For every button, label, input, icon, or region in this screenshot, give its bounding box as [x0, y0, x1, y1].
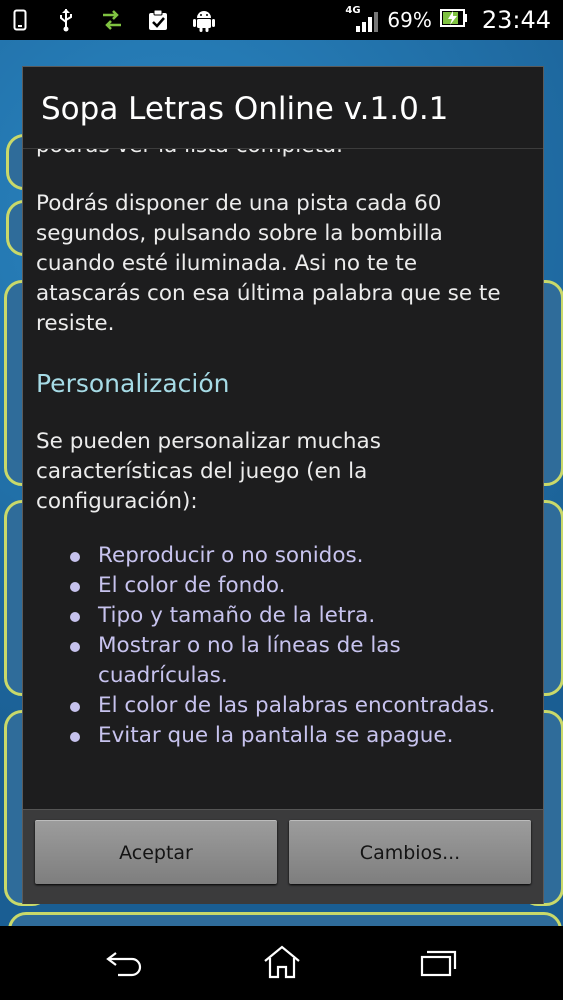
notification-icons [0, 8, 216, 32]
dialog-header: Sopa Letras Online v.1.0.1 [23, 67, 543, 149]
recent-apps-icon [420, 950, 457, 977]
clock: 23:44 [481, 6, 551, 34]
home-icon [264, 945, 300, 979]
status-bar: 4G 69% 23:44 [0, 0, 563, 40]
section-title: Personalización [36, 369, 230, 398]
list-item: Mostrar o no la líneas de las cuadrícula… [36, 631, 526, 691]
features-list: Reproducir o no sonidos. El color de fon… [36, 541, 526, 751]
changes-button[interactable]: Cambios... [289, 820, 531, 884]
recent-apps-button[interactable] [418, 944, 458, 980]
content-fragment: podrás ver la lista completa. [36, 149, 526, 161]
scroll-content: podrás ver la lista completa. Podrás dis… [36, 149, 526, 751]
customize-paragraph: Se pueden personalizar muchas caracterís… [36, 429, 381, 514]
hint-paragraph: Podrás disponer de una pista cada 60 seg… [36, 191, 501, 336]
list-item: Reproducir o no sonidos. [36, 541, 526, 571]
list-item: El color de fondo. [36, 571, 526, 601]
android-icon [192, 8, 216, 32]
data-transfer-icon [100, 8, 124, 32]
signal-indicator: 4G [345, 5, 379, 33]
back-button[interactable] [104, 944, 144, 980]
battery-icon [439, 8, 468, 32]
phone-icon [8, 8, 32, 32]
navigation-bar [0, 926, 563, 1000]
list-item: El color de las palabras encontradas. [36, 691, 526, 721]
accept-button[interactable]: Aceptar [35, 820, 277, 884]
list-item: Tipo y tamaño de la letra. [36, 601, 526, 631]
battery-percent: 69% [387, 8, 432, 32]
home-button[interactable] [262, 944, 302, 980]
dialog-title: Sopa Letras Online v.1.0.1 [41, 91, 449, 127]
about-dialog: Sopa Letras Online v.1.0.1 podrás ver la… [22, 66, 544, 904]
list-item: Evitar que la pantalla se apague. [36, 721, 526, 751]
dialog-button-bar: Aceptar Cambios... [23, 809, 543, 904]
clipboard-icon [146, 8, 170, 32]
usb-icon [54, 8, 78, 32]
back-icon [106, 952, 142, 977]
signal-icon [356, 12, 379, 32]
dialog-content[interactable]: podrás ver la lista completa. Podrás dis… [23, 149, 543, 809]
